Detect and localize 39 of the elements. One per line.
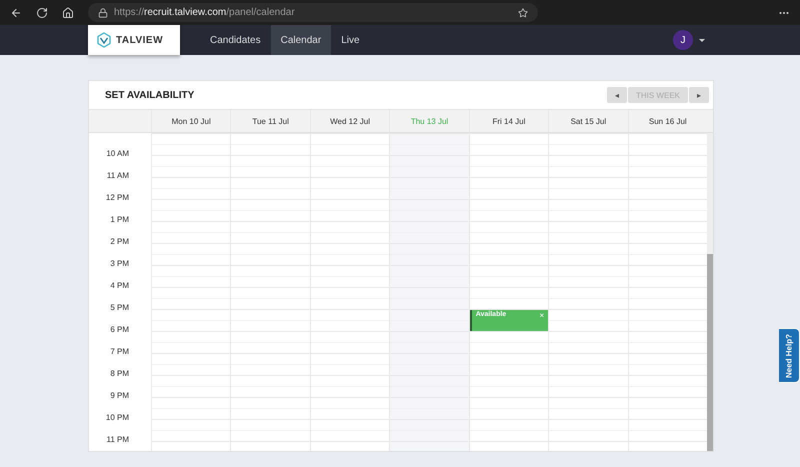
logo[interactable]: TALVIEW — [88, 25, 180, 55]
hour-label: 11 PM — [106, 435, 129, 444]
calendar-title: SET AVAILABILITY — [105, 90, 194, 100]
hour-label: 2 PM — [110, 237, 129, 246]
home-icon[interactable] — [62, 6, 74, 18]
day-heading: Fri 14 Jul — [468, 110, 548, 132]
hour-label: 9 PM — [110, 391, 129, 400]
address-bar[interactable]: https://recruit.talview.com/panel/calendar — [88, 3, 538, 22]
hexagon-logo-icon — [96, 32, 112, 48]
hour-label: 11 AM — [106, 171, 129, 180]
hour-label: 7 PM — [110, 347, 129, 356]
hour-label: 8 PM — [110, 369, 129, 378]
day-heading: Mon 10 Jul — [151, 110, 230, 132]
hour-label: 5 PM — [110, 303, 129, 312]
scrollbar-thumb[interactable] — [707, 254, 713, 451]
back-icon[interactable] — [10, 6, 22, 18]
hour-label: 3 PM — [110, 259, 129, 268]
day-heading: Sat 15 Jul — [548, 110, 628, 132]
nav-tab[interactable]: Calendar — [270, 25, 332, 55]
star-icon[interactable] — [518, 8, 528, 18]
hour-label: 4 PM — [110, 281, 129, 290]
hour-label: 6 PM — [110, 325, 129, 334]
day-heading: Tue 11 Jul — [230, 110, 310, 132]
hour-label: 10 PM — [106, 413, 129, 422]
nav-tab[interactable]: Live — [331, 25, 370, 55]
hour-label: 10 AM — [106, 149, 129, 158]
user-avatar[interactable]: J — [673, 30, 693, 50]
day-heading: Thu 13 Jul — [389, 110, 469, 132]
hour-label: 12 PM — [106, 193, 129, 202]
nav-tab[interactable]: Candidates — [200, 25, 271, 55]
need-help-tab[interactable]: Need Help? — [779, 328, 800, 383]
previous-week-button[interactable]: ◂ — [606, 87, 627, 103]
reload-icon[interactable] — [36, 6, 48, 18]
next-week-button[interactable]: ▸ — [689, 87, 709, 103]
day-heading: Sun 16 Jul — [628, 110, 707, 132]
hour-label: 1 PM — [110, 215, 129, 224]
day-heading: Wed 12 Jul — [310, 110, 390, 132]
caret-icon[interactable] — [699, 38, 705, 42]
lock-icon — [98, 8, 108, 18]
